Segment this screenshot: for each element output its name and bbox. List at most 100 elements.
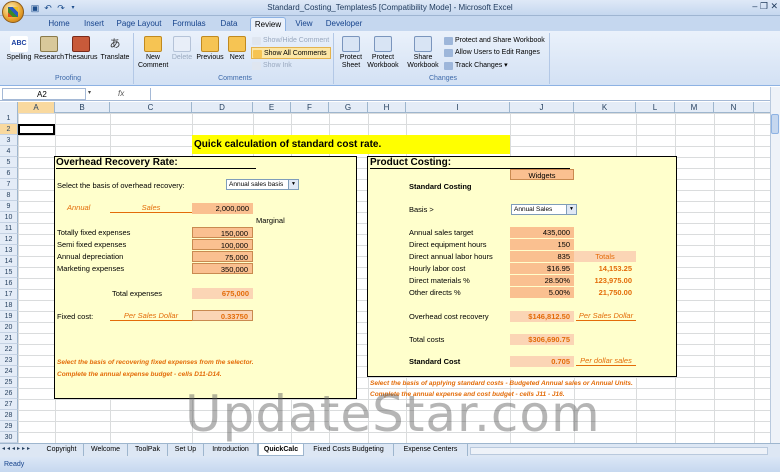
show-all-comments-button[interactable]: Show All Comments [251,47,331,59]
sheet-tab-fixed-costs-budgeting[interactable]: Fixed Costs Budgeting [304,444,394,456]
col-header-b[interactable]: B [55,102,110,113]
row-header[interactable]: 13 [0,245,18,256]
translate-button[interactable]: あ Translate [98,36,132,62]
col-header-m[interactable]: M [675,102,714,113]
row-header[interactable]: 12 [0,234,18,245]
row-header[interactable]: 1 [0,113,18,124]
cost-input-value[interactable]: 835 [510,251,574,262]
research-button[interactable]: Research [34,36,64,62]
col-header-e[interactable]: E [253,102,291,113]
new-comment-button[interactable]: New Comment [138,36,168,70]
product-name-cell[interactable]: Widgets [510,169,574,180]
allow-users-button[interactable]: Allow Users to Edit Ranges [443,47,549,59]
row-header[interactable]: 7 [0,179,18,190]
col-header-f[interactable]: F [291,102,329,113]
vertical-scrollbar[interactable] [770,87,780,443]
row-header[interactable]: 17 [0,289,18,300]
row-header[interactable]: 9 [0,201,18,212]
show-ink-button[interactable]: Show Ink [251,60,331,72]
sheet-tab-quickcalc[interactable]: QuickCalc [258,444,304,456]
insert-function-button[interactable]: fx [118,88,148,100]
tab-page-layout[interactable]: Page Layout [114,17,164,31]
cost-input-value[interactable]: 28.50% [510,275,574,286]
cost-input-value[interactable]: 150 [510,239,574,250]
col-header-k[interactable]: K [574,102,636,113]
tab-home[interactable]: Home [42,17,76,31]
row-header[interactable]: 8 [0,190,18,201]
col-header-a[interactable]: A [18,102,55,113]
window-controls[interactable]: ‒ ❐ ✕ [728,1,778,14]
tab-developer[interactable]: Developer [322,17,366,31]
row-header[interactable]: 19 [0,311,18,322]
show-hide-comment-button[interactable]: Show/Hide Comment [251,35,331,47]
sheet-tab-introduction[interactable]: Introduction [204,444,258,456]
next-comment-button[interactable]: Next [224,36,250,62]
tab-insert[interactable]: Insert [78,17,110,31]
row-header[interactable]: 3 [0,135,18,146]
scrollbar-thumb[interactable] [771,114,779,134]
row-header[interactable]: 5 [0,157,18,168]
expense-value[interactable]: 100,000 [192,239,253,250]
delete-comment-button[interactable]: Delete [168,36,196,62]
row-header[interactable]: 4 [0,146,18,157]
col-header-g[interactable]: G [329,102,368,113]
previous-comment-button[interactable]: Previous [196,36,224,62]
row-header[interactable]: 30 [0,432,18,443]
active-cell-a2[interactable] [18,124,55,135]
cost-input-value[interactable]: 5.00% [510,287,574,298]
row-header[interactable]: 14 [0,256,18,267]
col-header-c[interactable]: C [110,102,192,113]
horizontal-scrollbar[interactable] [470,447,768,455]
tab-view[interactable]: View [290,17,318,31]
formula-input[interactable] [150,88,768,100]
select-all-corner[interactable] [0,102,18,113]
col-header-i[interactable]: I [406,102,510,113]
overhead-basis-dropdown[interactable]: Annual sales basis ▼ [226,179,299,190]
row-header[interactable]: 28 [0,410,18,421]
sales-value[interactable]: 2,000,000 [192,203,253,214]
row-header[interactable]: 24 [0,366,18,377]
tab-formulas[interactable]: Formulas [168,17,210,31]
row-header[interactable]: 16 [0,278,18,289]
share-workbook-button[interactable]: Share Workbook [404,36,442,70]
row-header[interactable]: 2 [0,124,18,135]
thesaurus-button[interactable]: Thesaurus [64,36,98,62]
row-header[interactable]: 25 [0,377,18,388]
tab-data[interactable]: Data [214,17,244,31]
protect-share-button[interactable]: Protect and Share Workbook [443,35,549,47]
sheet-tab-set-up[interactable]: Set Up [168,444,204,456]
sheet-tab-copyright[interactable]: Copyright [40,444,84,456]
office-button[interactable] [2,1,24,23]
protect-sheet-button[interactable]: Protect Sheet [338,36,364,70]
track-changes-button[interactable]: Track Changes ▾ [443,60,549,72]
col-header-h[interactable]: H [368,102,406,113]
sheet-nav-icons[interactable]: ◂◂◂▸▸▸ [2,445,38,452]
name-box[interactable]: A2 [2,88,86,100]
row-header[interactable]: 27 [0,399,18,410]
row-header[interactable]: 15 [0,267,18,278]
row-header[interactable]: 10 [0,212,18,223]
sheet-tab-toolpak[interactable]: ToolPak [128,444,168,456]
col-header-l[interactable]: L [636,102,675,113]
name-box-dropdown-icon[interactable]: ▾ [88,89,96,96]
row-header[interactable]: 29 [0,421,18,432]
expense-value[interactable]: 150,000 [192,227,253,238]
spelling-button[interactable]: ABC Spelling [4,36,34,62]
cost-input-value[interactable]: $16.95 [510,263,574,274]
row-header[interactable]: 21 [0,333,18,344]
row-header[interactable]: 6 [0,168,18,179]
tab-review[interactable]: Review [250,17,286,31]
row-header[interactable]: 18 [0,300,18,311]
expense-value[interactable]: 75,000 [192,251,253,262]
col-header-n[interactable]: N [714,102,754,113]
sheet-tab-welcome[interactable]: Welcome [84,444,128,456]
expense-value[interactable]: 350,000 [192,263,253,274]
protect-workbook-button[interactable]: Protect Workbook [364,36,402,70]
cost-input-value[interactable]: 435,000 [510,227,574,238]
col-header-j[interactable]: J [510,102,574,113]
row-header[interactable]: 22 [0,344,18,355]
sheet-tab-expense-centers[interactable]: Expense Centers [394,444,468,456]
row-header[interactable]: 26 [0,388,18,399]
row-header[interactable]: 20 [0,322,18,333]
row-header[interactable]: 11 [0,223,18,234]
